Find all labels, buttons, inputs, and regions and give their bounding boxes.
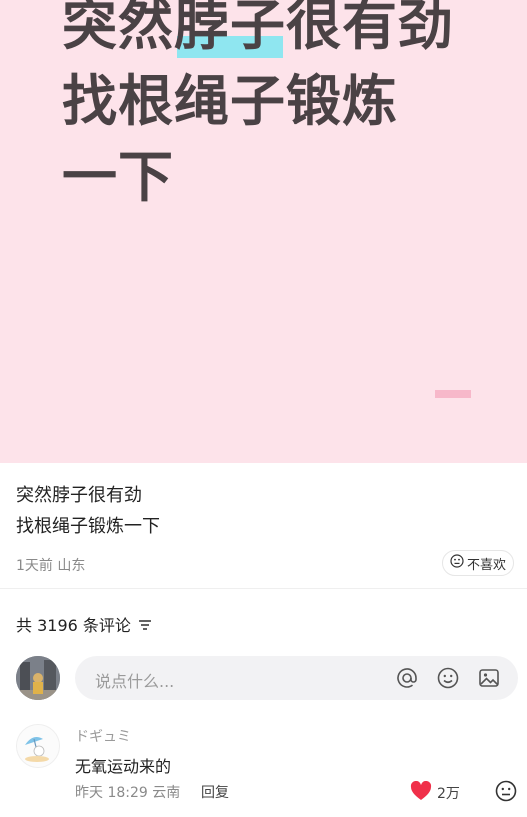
note-caption-line-1: 突然脖子很有劲 (16, 485, 142, 506)
comment-count: 共 3196 条评论 (16, 616, 131, 635)
comment-author[interactable]: ドギュミ (75, 726, 131, 746)
dislike-comment-icon[interactable] (495, 780, 517, 806)
at-icon[interactable] (395, 666, 419, 694)
user-avatar[interactable] (16, 656, 60, 700)
image-indicator-mark (435, 390, 471, 398)
dislike-label: 不喜欢 (466, 557, 506, 573)
comment-input-placeholder: 说点什么... (95, 672, 175, 691)
note-cover-image[interactable]: 突然脖子很有劲 找根绳子锻炼 一下 (0, 0, 527, 463)
filter-lines-icon[interactable] (138, 616, 152, 635)
note-caption-line-2: 找根绳子锻炼一下 (16, 516, 160, 537)
cover-text-line-2: 找根绳子锻炼 (62, 69, 399, 133)
cover-text-line-3: 一下 (62, 145, 175, 209)
sad-face-icon (450, 554, 464, 572)
like-count: 2万 (437, 786, 460, 802)
comment-time-location: 昨天 18:29 云南 (75, 785, 181, 801)
heart-icon[interactable] (410, 780, 432, 805)
note-time-location: 1天前 山东 (16, 558, 86, 574)
emoji-icon[interactable] (436, 666, 460, 694)
section-divider (0, 588, 527, 589)
cover-text-line-1: 突然脖子很有劲 (62, 0, 455, 57)
dislike-button[interactable]: 不喜欢 (442, 550, 514, 576)
comment-input[interactable]: 说点什么... (75, 656, 518, 700)
comment-text: 无氧运动来的 (75, 757, 172, 776)
commenter-avatar[interactable] (16, 724, 60, 768)
reply-button[interactable]: 回复 (201, 782, 229, 802)
image-icon[interactable] (477, 666, 501, 694)
